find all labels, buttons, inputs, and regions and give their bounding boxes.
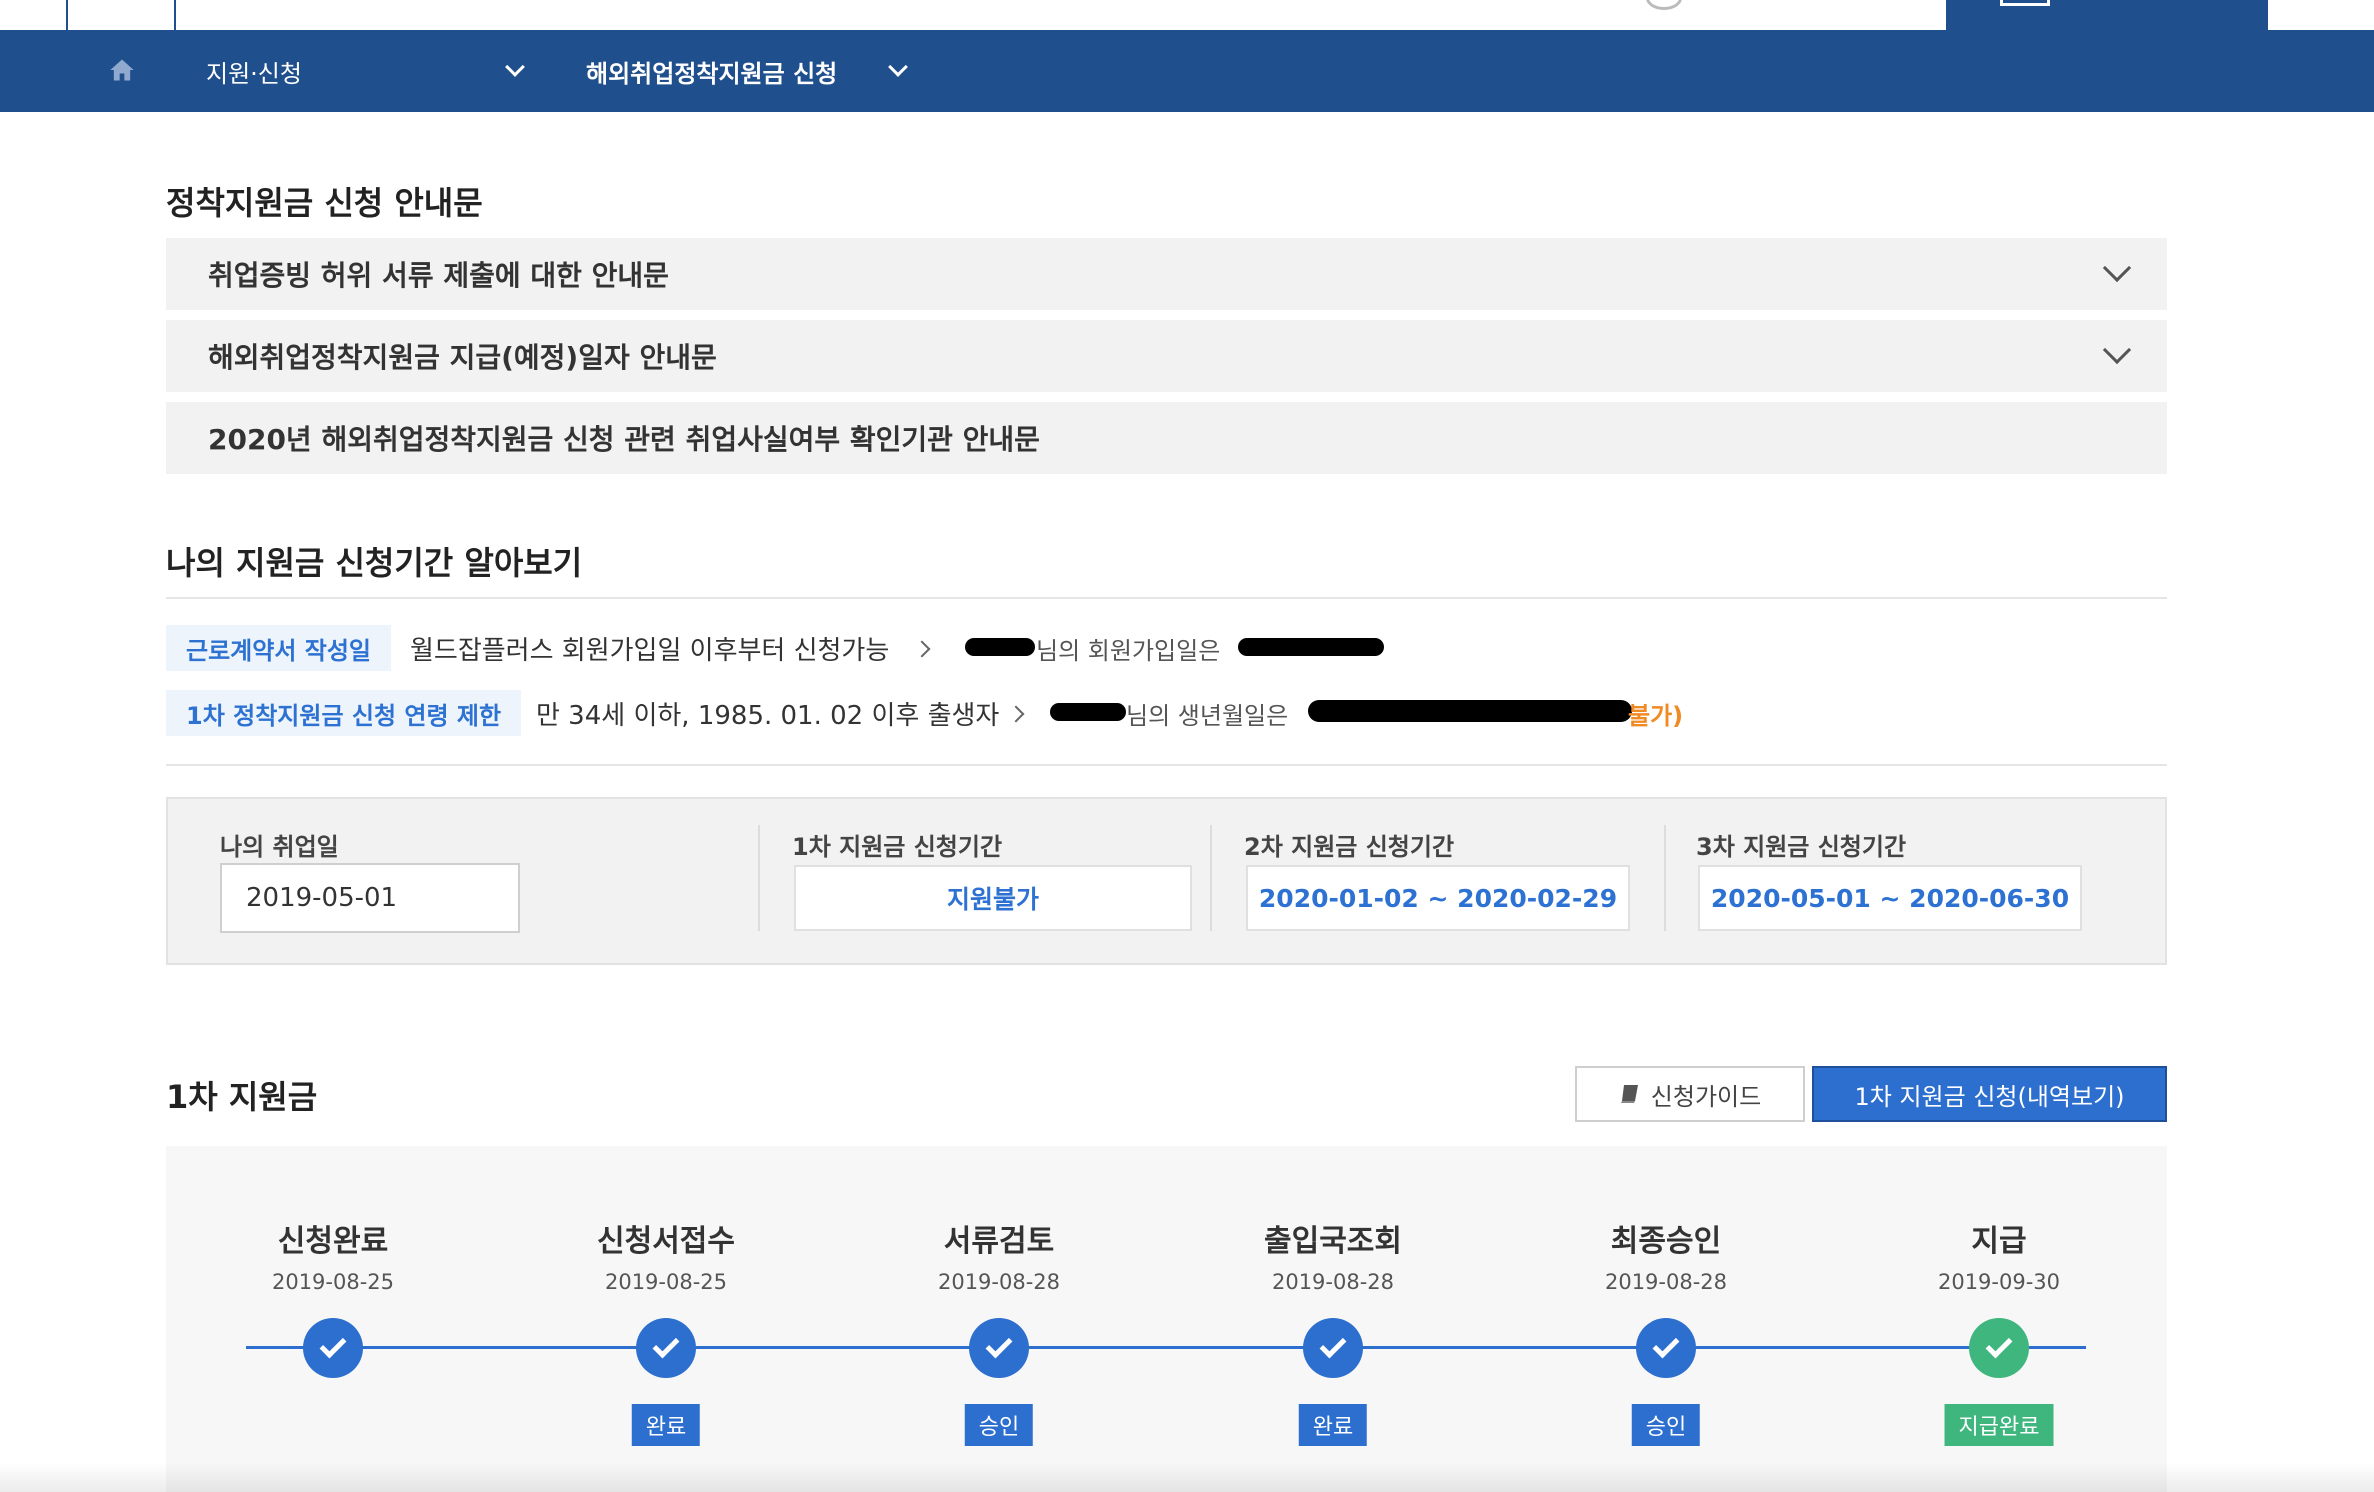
step-date: 2019-08-28 xyxy=(1604,1270,1728,1294)
header-menu-button[interactable] xyxy=(1946,0,2268,30)
period-3-label: 3차 지원금 신청기간 xyxy=(1696,833,1907,861)
age-limit-text: 만 34세 이하, 1985. 01. 02 이후 출생자 xyxy=(536,700,1000,731)
accordion-label: 취업증빙 허위 서류 제출에 대한 안내문 xyxy=(208,259,669,292)
period-3-value: 2020-05-01 ~ 2020-06-30 xyxy=(1698,865,2082,931)
history-button[interactable]: 1차 지원금 신청(내역보기) xyxy=(1812,1066,2167,1122)
birth-date-label: 님의 생년월일은 xyxy=(1126,701,1289,730)
status-badge: 완료 xyxy=(1298,1404,1368,1446)
notice-title: 정착지원금 신청 안내문 xyxy=(166,184,483,222)
check-icon xyxy=(1303,1318,1363,1378)
chevron-down-icon[interactable] xyxy=(2102,253,2132,283)
nav-item-apply[interactable]: 지원·신청 xyxy=(206,30,302,112)
divider xyxy=(758,825,760,931)
step-title: 서류검토 xyxy=(943,1224,1055,1259)
step-date: 2019-08-25 xyxy=(271,1270,395,1294)
join-date-label: 님의 회원가입일은 xyxy=(1036,636,1221,665)
age-limit-tag: 1차 정착지원금 신청 연령 제한 xyxy=(166,690,522,736)
my-employment-label: 나의 취업일 xyxy=(220,833,339,861)
period-title: 나의 지원금 신청기간 알아보기 xyxy=(166,544,583,582)
step-title: 신청완료 xyxy=(277,1224,389,1259)
redacted-name xyxy=(1050,703,1126,721)
period-2-label: 2차 지원금 신청기간 xyxy=(1244,833,1455,861)
step-title: 출입국조회 xyxy=(1264,1224,1402,1259)
status-badge: 지급완료 xyxy=(1944,1404,2054,1446)
period-2-value: 2020-01-02 ~ 2020-02-29 xyxy=(1246,865,1630,931)
accordion-item-false-doc[interactable]: 취업증빙 허위 서류 제출에 대한 안내문 xyxy=(166,238,2167,310)
divider xyxy=(166,597,2167,599)
breadcrumb-nav: 지원·신청 해외취업정착지원금 신청 xyxy=(0,30,2374,112)
chevron-down-icon[interactable] xyxy=(505,57,525,77)
book-icon xyxy=(1620,1085,1638,1103)
accordion-label: 해외취업정착지원금 지급(예정)일자 안내문 xyxy=(208,341,717,374)
bottom-shadow xyxy=(0,1462,2374,1492)
check-icon xyxy=(1969,1318,2029,1378)
application-period-box: 나의 취업일 2019-05-01 1차 지원금 신청기간 지원불가 2차 지원… xyxy=(166,797,2167,965)
step-title: 지급 xyxy=(1971,1224,2027,1259)
top-header xyxy=(0,0,2374,30)
redacted-name xyxy=(965,638,1035,656)
user-icon[interactable] xyxy=(1646,0,1682,10)
progress-line xyxy=(246,1346,2086,1349)
divider xyxy=(166,764,2167,766)
progress-steps-panel: 신청완료 2019-08-25 신청서접수 2019-08-25 완료 서류검토… xyxy=(166,1146,2167,1492)
contract-date-text: 월드잡플러스 회원가입일 이후부터 신청가능 xyxy=(410,635,890,666)
nav-item-settlement[interactable]: 해외취업정착지원금 신청 xyxy=(586,30,837,112)
chevron-down-icon[interactable] xyxy=(888,57,908,77)
eligibility-status: 불가) xyxy=(1628,701,1684,730)
status-badge: 승인 xyxy=(1631,1404,1701,1446)
period-1-value: 지원불가 xyxy=(794,865,1192,931)
first-support-title: 1차 지원금 xyxy=(166,1078,318,1116)
accordion-item-payment-date[interactable]: 해외취업정착지원금 지급(예정)일자 안내문 xyxy=(166,320,2167,392)
header-divider xyxy=(66,0,68,30)
chevron-down-icon[interactable] xyxy=(2102,335,2132,365)
step-date: 2019-09-30 xyxy=(1937,1270,2061,1294)
employment-date-field[interactable]: 2019-05-01 xyxy=(220,863,520,933)
step-date: 2019-08-28 xyxy=(1271,1270,1395,1294)
step-title: 신청서접수 xyxy=(597,1224,735,1259)
contract-date-tag: 근로계약서 작성일 xyxy=(166,625,391,671)
accordion-label: 2020년 해외취업정착지원금 신청 관련 취업사실여부 확인기관 안내문 xyxy=(208,423,1040,456)
step-date: 2019-08-25 xyxy=(604,1270,728,1294)
divider xyxy=(1664,825,1666,931)
check-icon xyxy=(636,1318,696,1378)
chevron-right-icon xyxy=(913,640,931,658)
guide-button[interactable]: 신청가이드 xyxy=(1575,1066,1805,1122)
check-icon xyxy=(969,1318,1029,1378)
redacted-birth-date xyxy=(1308,700,1632,722)
divider xyxy=(1210,825,1212,931)
status-badge: 승인 xyxy=(964,1404,1034,1446)
accordion-item-verify-agency[interactable]: 2020년 해외취업정착지원금 신청 관련 취업사실여부 확인기관 안내문 xyxy=(166,402,2167,474)
redacted-join-date xyxy=(1238,638,1384,656)
step-date: 2019-08-28 xyxy=(937,1270,1061,1294)
check-icon xyxy=(1636,1318,1696,1378)
guide-button-label: 신청가이드 xyxy=(1650,1082,1762,1111)
menu-icon xyxy=(2000,0,2050,6)
home-icon[interactable] xyxy=(108,56,136,84)
step-title: 최종승인 xyxy=(1610,1224,1722,1259)
chevron-right-icon xyxy=(1007,705,1025,723)
header-divider xyxy=(174,0,176,30)
period-1-label: 1차 지원금 신청기간 xyxy=(792,833,1003,861)
status-badge: 완료 xyxy=(631,1404,701,1446)
check-icon xyxy=(303,1318,363,1378)
